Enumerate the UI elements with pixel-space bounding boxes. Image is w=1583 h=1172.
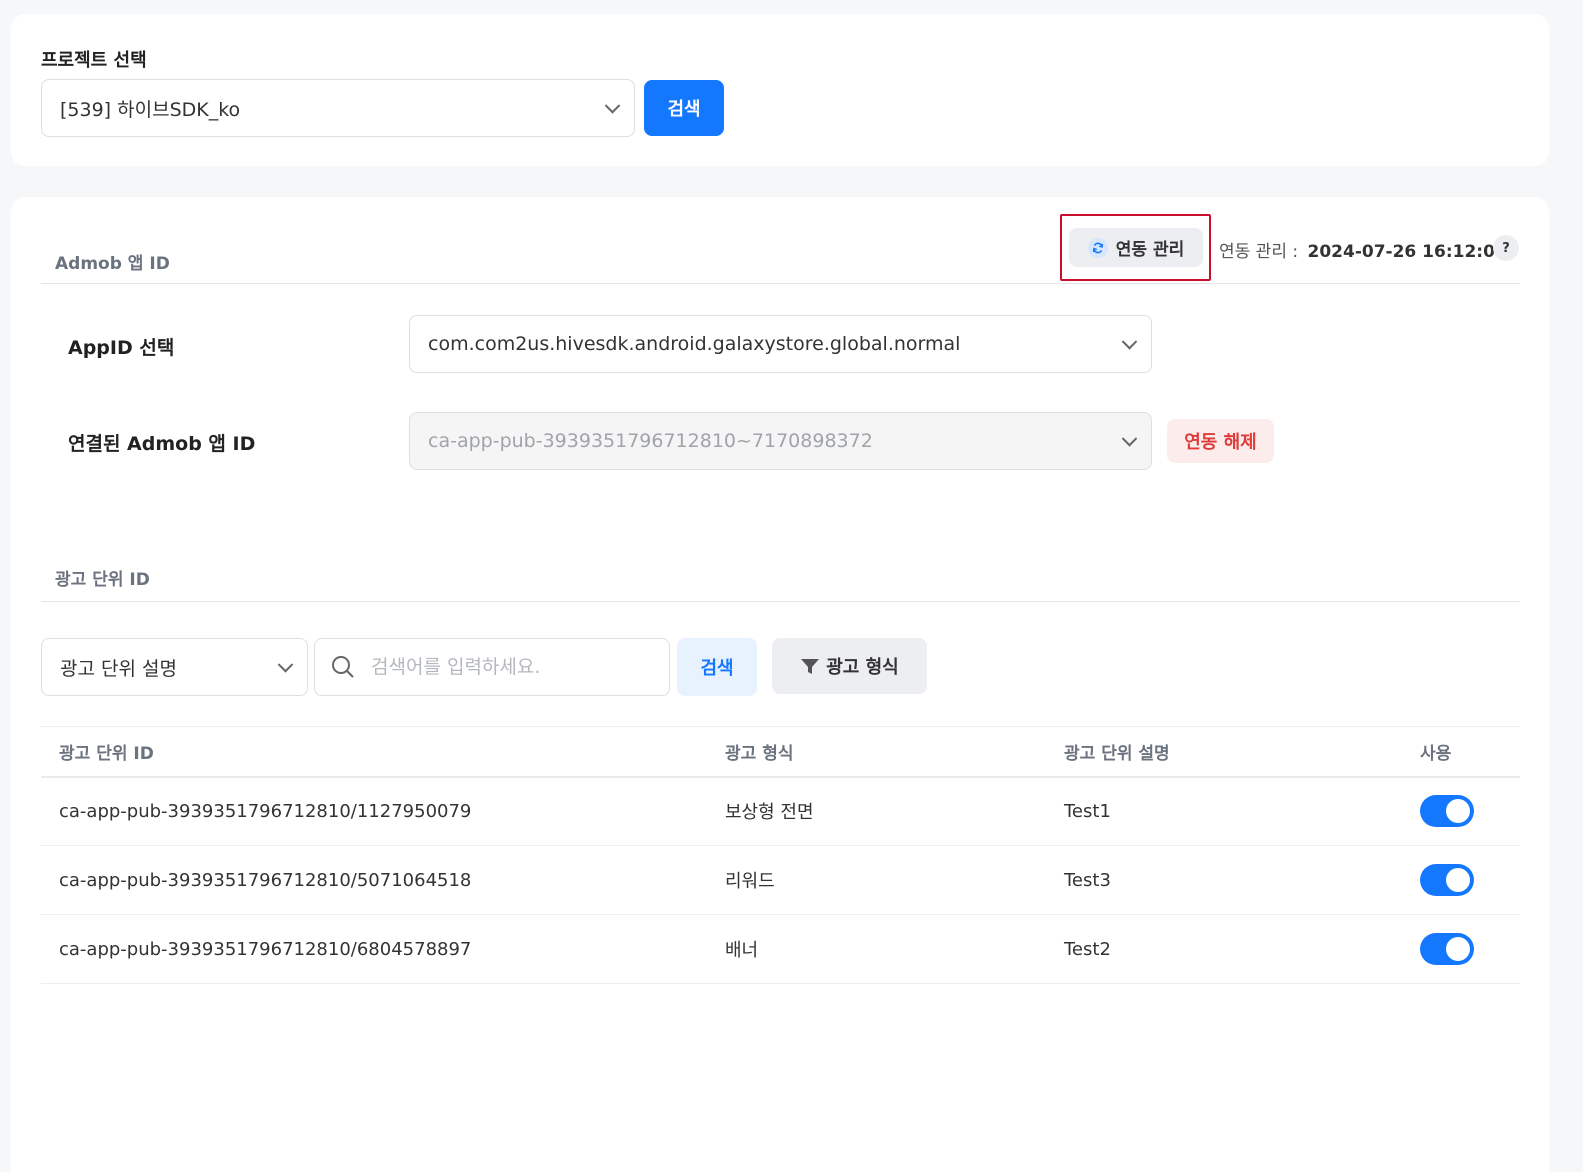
sync-manage-button[interactable]: 연동 관리 [1069,228,1203,267]
adunit-search-input[interactable] [314,638,670,696]
adunit-desc-cell: Test1 [1046,776,1402,846]
enabled-toggle[interactable] [1420,933,1474,965]
adunit-search-field[interactable] [371,656,669,678]
adunit-desc-cell: Test2 [1046,914,1402,984]
table-row: ca-app-pub-3939351796712810/6804578897 배… [41,914,1520,984]
enabled-toggle[interactable] [1420,795,1474,828]
project-search-button[interactable]: 검색 [644,80,724,136]
project-select-value: [539] 하이브SDK_ko [60,98,241,121]
ad-format-cell: 리워드 [707,845,1046,915]
filter-icon [801,659,820,674]
sync-info: 연동 관리 : 2024-07-26 16:12:09 [1219,237,1507,262]
ad-format-filter-label: 광고 형식 [826,657,899,678]
linked-admob-label: 연결된 Admob 앱 ID [68,433,256,455]
appid-select-value: com.com2us.hivesdk.android.galaxystore.g… [428,333,961,355]
project-select-label: 프로젝트 선택 [41,50,147,71]
help-icon[interactable]: ? [1493,235,1519,261]
adunit-id-cell: ca-app-pub-3939351796712810/6804578897 [41,914,707,984]
table-row: ca-app-pub-3939351796712810/1127950079 보… [41,776,1520,846]
enabled-cell [1402,914,1520,984]
enabled-cell [1402,845,1520,915]
sync-timestamp: 2024-07-26 16:12:09 [1307,242,1507,262]
ad-format-filter-button[interactable]: 광고 형식 [772,638,927,694]
adunit-desc-cell: Test3 [1046,845,1402,915]
ad-format-cell: 배너 [707,914,1046,984]
ad-format-cell: 보상형 전면 [707,776,1046,846]
adunit-filter-value: 광고 단위 설명 [60,657,177,680]
unlink-button[interactable]: 연동 해제 [1167,419,1274,463]
admob-divider [41,283,1520,284]
sync-manage-label: 연동 관리 [1115,240,1185,260]
linked-admob-value: ca-app-pub-3939351796712810~7170898372 [428,430,873,452]
chevron-down-icon [1121,431,1138,447]
adunit-id-cell: ca-app-pub-3939351796712810/5071064518 [41,845,707,915]
table-header-row: 광고 단위 ID 광고 형식 광고 단위 설명 사용 [41,726,1520,778]
adunit-filter-select[interactable]: 광고 단위 설명 [41,638,308,696]
enabled-toggle[interactable] [1420,864,1474,896]
refresh-icon [1087,237,1108,258]
search-icon [332,656,354,678]
column-header-format[interactable]: 광고 형식 [707,726,1046,778]
adunit-divider [41,601,1520,602]
enabled-cell [1402,776,1520,846]
column-header-enabled[interactable]: 사용 [1402,726,1520,778]
adunit-table: 광고 단위 ID 광고 형식 광고 단위 설명 사용 ca-app-pub-39… [41,726,1520,984]
adunit-section-label: 광고 단위 ID [55,570,150,590]
project-select[interactable]: [539] 하이브SDK_ko [41,79,635,137]
table-row: ca-app-pub-3939351796712810/5071064518 리… [41,845,1520,915]
adunit-search-button[interactable]: 검색 [677,638,757,696]
column-header-id[interactable]: 광고 단위 ID [41,726,707,778]
appid-label: AppID 선택 [68,337,175,359]
sync-info-label: 연동 관리 : [1219,242,1299,262]
project-select-card: 프로젝트 선택 [539] 하이브SDK_ko 검색 [11,14,1549,166]
column-header-desc[interactable]: 광고 단위 설명 [1046,726,1402,778]
linked-admob-select: ca-app-pub-3939351796712810~7170898372 [409,412,1152,470]
admob-section-label: Admob 앱 ID [55,254,170,274]
chevron-down-icon [277,657,294,673]
admob-card: Admob 앱 ID 연동 관리 연동 관리 : 2024-07-26 16:1… [11,197,1549,1172]
chevron-down-icon [604,98,621,114]
adunit-id-cell: ca-app-pub-3939351796712810/1127950079 [41,776,707,846]
chevron-down-icon [1121,334,1138,350]
appid-select[interactable]: com.com2us.hivesdk.android.galaxystore.g… [409,315,1152,373]
